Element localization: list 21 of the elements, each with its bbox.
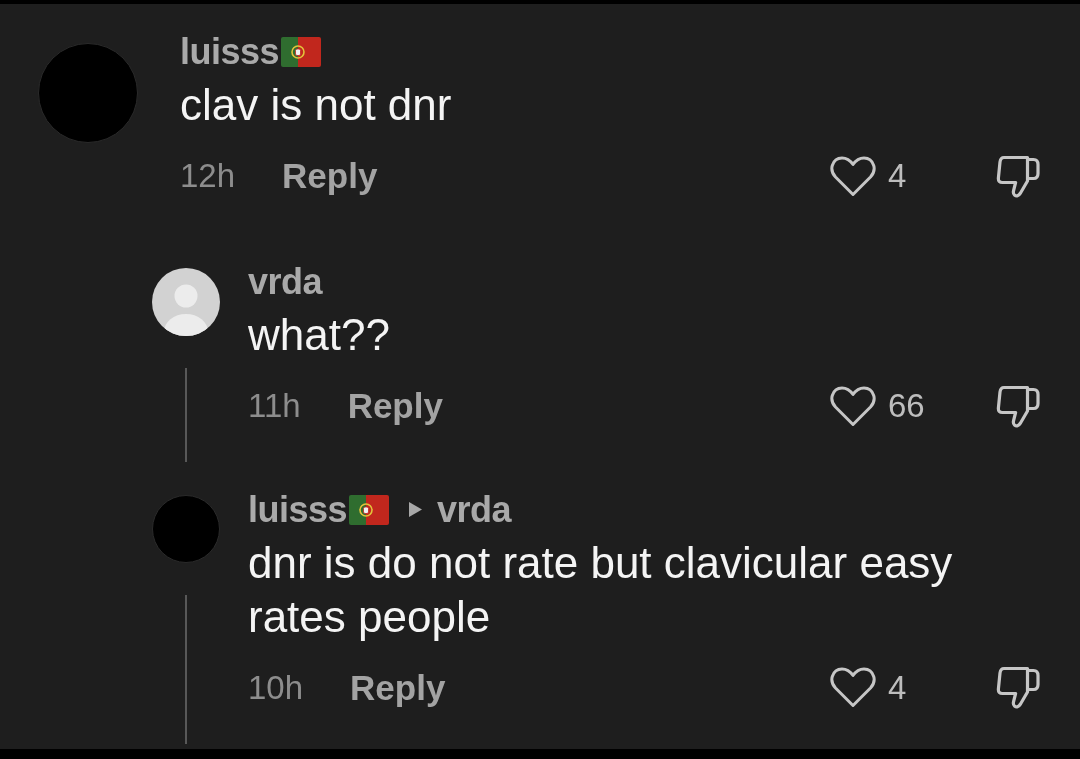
username-link[interactable]: vrda (437, 487, 512, 532)
timestamp: 10h (248, 667, 304, 708)
like-button[interactable]: 66 (829, 382, 949, 430)
timestamp: 12h (180, 156, 236, 196)
thumbs-down-icon[interactable] (995, 665, 1041, 710)
triangle-icon (409, 502, 423, 517)
thumbs-down-icon[interactable] (995, 153, 1041, 199)
comment-text: what?? (248, 309, 391, 361)
reply-button[interactable]: Reply (350, 667, 446, 708)
person-avatar-icon[interactable] (152, 267, 220, 336)
reply-button[interactable]: Reply (347, 386, 443, 426)
thumbs-down-icon[interactable] (995, 383, 1041, 429)
timestamp: 11h (248, 386, 301, 426)
like-button[interactable]: 4 (829, 152, 949, 200)
username-link[interactable]: luisss (180, 30, 280, 74)
like-button[interactable]: 4 (829, 663, 949, 712)
username-link[interactable]: luisss (248, 487, 348, 532)
comment-text: dnr is do not rate but clavicular easy rates people (248, 536, 954, 643)
reply-button[interactable]: Reply (282, 156, 378, 196)
username-link[interactable]: vrda (248, 260, 323, 304)
comment-text: clav is not dnr (180, 79, 453, 131)
